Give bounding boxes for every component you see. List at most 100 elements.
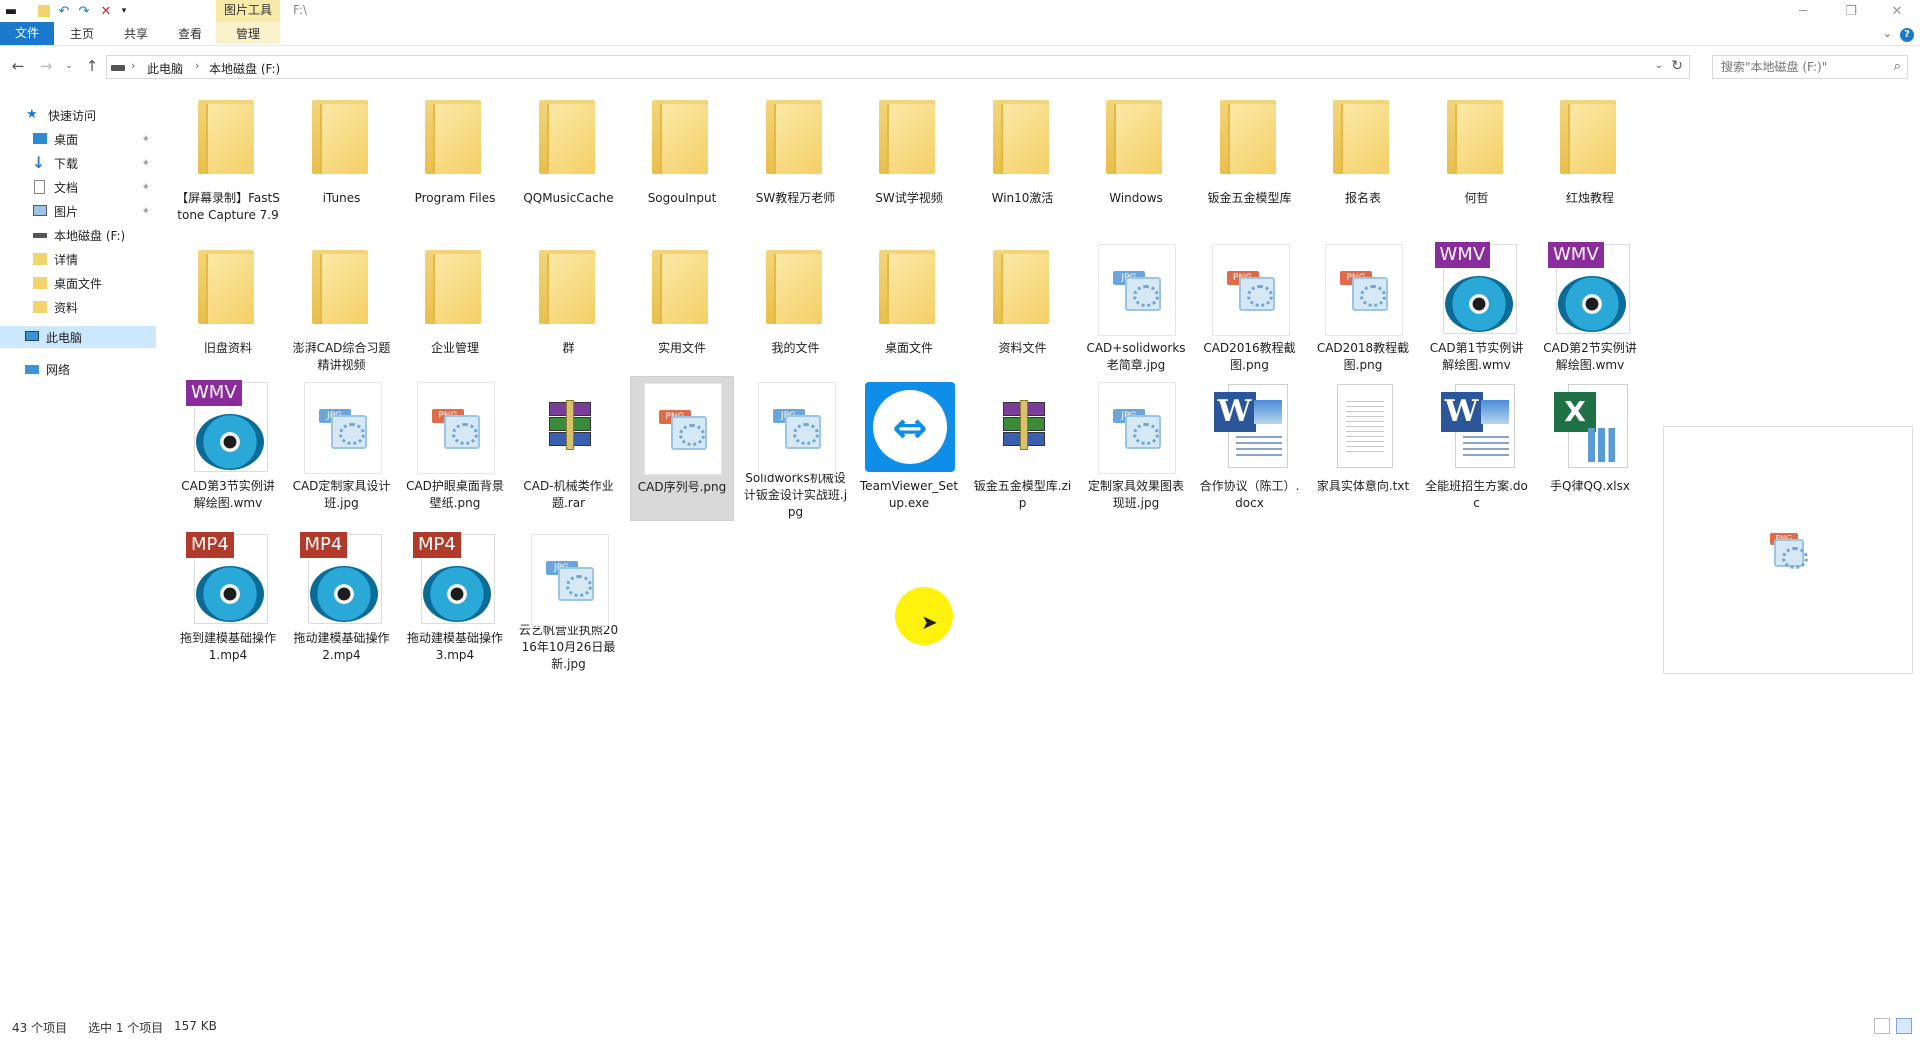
file-item[interactable]: WMV CAD第2节实例讲解绘图.wmv [1538, 238, 1642, 383]
folder-icon [32, 300, 48, 314]
undo-icon[interactable]: ↶ [56, 3, 72, 19]
folder-item[interactable]: SW试学视频 [857, 88, 961, 233]
file-item[interactable]: W 合作协议（陈工）.docx [1198, 376, 1302, 521]
mp4-video-icon: MP4 [296, 532, 388, 628]
folder-item[interactable]: 旧盘资料 [176, 238, 280, 383]
text-file-icon [1317, 380, 1409, 476]
back-button[interactable]: ← [8, 56, 28, 76]
file-item[interactable]: ⇔ TeamViewer_Setup.exe [857, 376, 961, 521]
address-bar[interactable]: › 此电脑 › 本地磁盘 (F:) ⌄ ↻ [106, 55, 1690, 79]
file-item[interactable]: WMV CAD第1节实例讲解绘图.wmv [1425, 238, 1529, 383]
file-item[interactable]: JPGSolidworks机械设计钣金设计实战班.jpg [744, 376, 848, 521]
address-dropdown-icon[interactable]: ⌄ [1655, 60, 1663, 71]
file-item[interactable]: PNGCAD2018教程截图.png [1311, 238, 1415, 383]
mp4-video-icon: MP4 [182, 532, 274, 628]
sidebar-item-desktop-files[interactable]: 桌面文件 [0, 272, 156, 294]
forward-button[interactable]: → [36, 56, 56, 76]
new-folder-icon[interactable] [36, 3, 52, 19]
restore-button[interactable]: ❐ [1828, 0, 1874, 22]
file-item[interactable]: PNGCAD护眼桌面背景壁纸.png [403, 376, 507, 521]
file-item[interactable]: CAD-机械类作业题.rar [517, 376, 621, 521]
close-button[interactable]: ✕ [1874, 0, 1920, 22]
excel-file-icon: X [1544, 380, 1636, 476]
file-item[interactable]: 钣金五金模型库.zip [971, 376, 1075, 521]
folder-item[interactable]: Win10激活 [971, 88, 1075, 233]
file-name: 实用文件 [657, 341, 706, 355]
file-item[interactable]: WMV CAD第3节实例讲解绘图.wmv [176, 376, 280, 521]
pictures-icon [32, 204, 48, 218]
folder-item[interactable]: 桌面文件 [857, 238, 961, 383]
sidebar-item-documents[interactable]: 文档 ✦ [0, 176, 156, 198]
folder-item[interactable]: 企业管理 [403, 238, 507, 383]
search-box[interactable]: ⌕ [1712, 55, 1908, 79]
sidebar-item-label: 详情 [54, 252, 79, 267]
customize-qat-icon[interactable]: ▾ [118, 3, 130, 19]
folder-icon [1090, 92, 1182, 188]
file-item[interactable]: PNG CAD序列号.png [630, 376, 734, 521]
folder-item[interactable]: Windows [1084, 88, 1188, 233]
search-input[interactable] [1713, 56, 1883, 78]
redo-icon[interactable]: ↷ [76, 3, 92, 19]
file-item[interactable]: PNGCAD2016教程截图.png [1198, 238, 1302, 383]
file-item[interactable]: JPGCAD定制家具设计班.jpg [290, 376, 394, 521]
sidebar-item-downloads[interactable]: ↓ 下载 ✦ [0, 152, 156, 174]
title-bar: ▬ ↶ ↷ ✕ ▾ 图片工具 F:\ ─ ❐ ✕ [0, 0, 1920, 22]
file-item[interactable]: JPG云艺帆营业执照2016年10月26日最新.jpg [517, 528, 621, 673]
folder-item[interactable]: 红烛教程 [1538, 88, 1642, 233]
file-item[interactable]: JPG定制家具效果图表现班.jpg [1084, 376, 1188, 521]
window-title: F:\ [293, 3, 308, 17]
sidebar-item-materials[interactable]: 资料 [0, 296, 156, 318]
file-item[interactable]: JPGCAD+solidworks老简章.jpg [1084, 238, 1188, 383]
folder-item[interactable]: 群 [517, 238, 621, 383]
folder-item[interactable]: 【屏幕录制】FastStone Capture 7.9 [176, 88, 280, 233]
folder-item[interactable]: QQMusicCache [517, 88, 621, 233]
folder-item[interactable]: SW教程万老师 [744, 88, 848, 233]
folder-item[interactable]: 钣金五金模型库 [1198, 88, 1302, 233]
file-name: 钣金五金模型库.zip [973, 479, 1072, 510]
file-name: 企业管理 [430, 341, 479, 355]
file-item[interactable]: X 手Q律QQ.xlsx [1538, 376, 1642, 521]
minimize-button[interactable]: ─ [1780, 0, 1826, 22]
search-icon[interactable]: ⌕ [1894, 59, 1901, 74]
file-item[interactable]: MP4 拖动建模基础操作2.mp4 [290, 528, 394, 673]
tab-home[interactable]: 主页 [60, 24, 104, 44]
sidebar-item-details[interactable]: 详情 [0, 248, 156, 270]
folder-item[interactable]: 我的文件 [744, 238, 848, 383]
details-view-icon[interactable] [1874, 1018, 1890, 1034]
folder-item[interactable]: SogouInput [630, 88, 734, 233]
expand-ribbon-icon[interactable]: ⌄ [1883, 27, 1892, 40]
tab-manage[interactable]: 管理 [224, 24, 272, 44]
tab-view[interactable]: 查看 [168, 24, 212, 44]
sidebar-item-label: 图片 [54, 204, 79, 219]
folder-item[interactable]: 资料文件 [971, 238, 1075, 383]
folder-item[interactable]: 何哲 [1425, 88, 1529, 233]
folder-item[interactable]: 实用文件 [630, 238, 734, 383]
delete-icon[interactable]: ✕ [98, 3, 114, 19]
large-icons-view-icon[interactable] [1896, 1018, 1912, 1034]
system-menu-icon[interactable]: ▬ [4, 3, 18, 19]
sidebar-item-network[interactable]: 网络 [0, 358, 156, 380]
folder-item[interactable]: 澎湃CAD综合习题精讲视频 [290, 238, 394, 383]
tab-share[interactable]: 共享 [114, 24, 158, 44]
folder-item[interactable]: Program Files [403, 88, 507, 233]
help-icon[interactable]: ? [1900, 28, 1914, 42]
folder-item[interactable]: 报名表 [1311, 88, 1415, 233]
sidebar-item-label: 资料 [54, 300, 79, 315]
file-item[interactable]: W 全能班招生方案.doc [1425, 376, 1529, 521]
sidebar-quick-access[interactable]: ★ 快速访问 [0, 104, 156, 126]
breadcrumb-drive-f[interactable]: 本地磁盘 (F:) [209, 60, 280, 77]
recent-locations-icon[interactable]: ⌄ [62, 56, 76, 76]
sidebar-item-this-pc[interactable]: 此电脑 [0, 326, 156, 348]
sidebar-item-drive-f[interactable]: 本地磁盘 (F:) [0, 224, 156, 246]
up-button[interactable]: ↑ [82, 56, 102, 76]
breadcrumb-this-pc[interactable]: 此电脑 [147, 60, 183, 77]
file-item[interactable]: MP4 拖动建模基础操作3.mp4 [403, 528, 507, 673]
sidebar-item-desktop[interactable]: 桌面 ✦ [0, 128, 156, 150]
jpg-file-icon: JPG [296, 380, 388, 476]
refresh-icon[interactable]: ↻ [1671, 58, 1683, 74]
sidebar-item-pictures[interactable]: 图片 ✦ [0, 200, 156, 222]
tab-file[interactable]: 文件 [0, 22, 54, 45]
file-item[interactable]: MP4 拖到建模基础操作1.mp4 [176, 528, 280, 673]
folder-item[interactable]: iTunes [290, 88, 394, 233]
file-item[interactable]: 家具实体意向.txt [1311, 376, 1415, 521]
